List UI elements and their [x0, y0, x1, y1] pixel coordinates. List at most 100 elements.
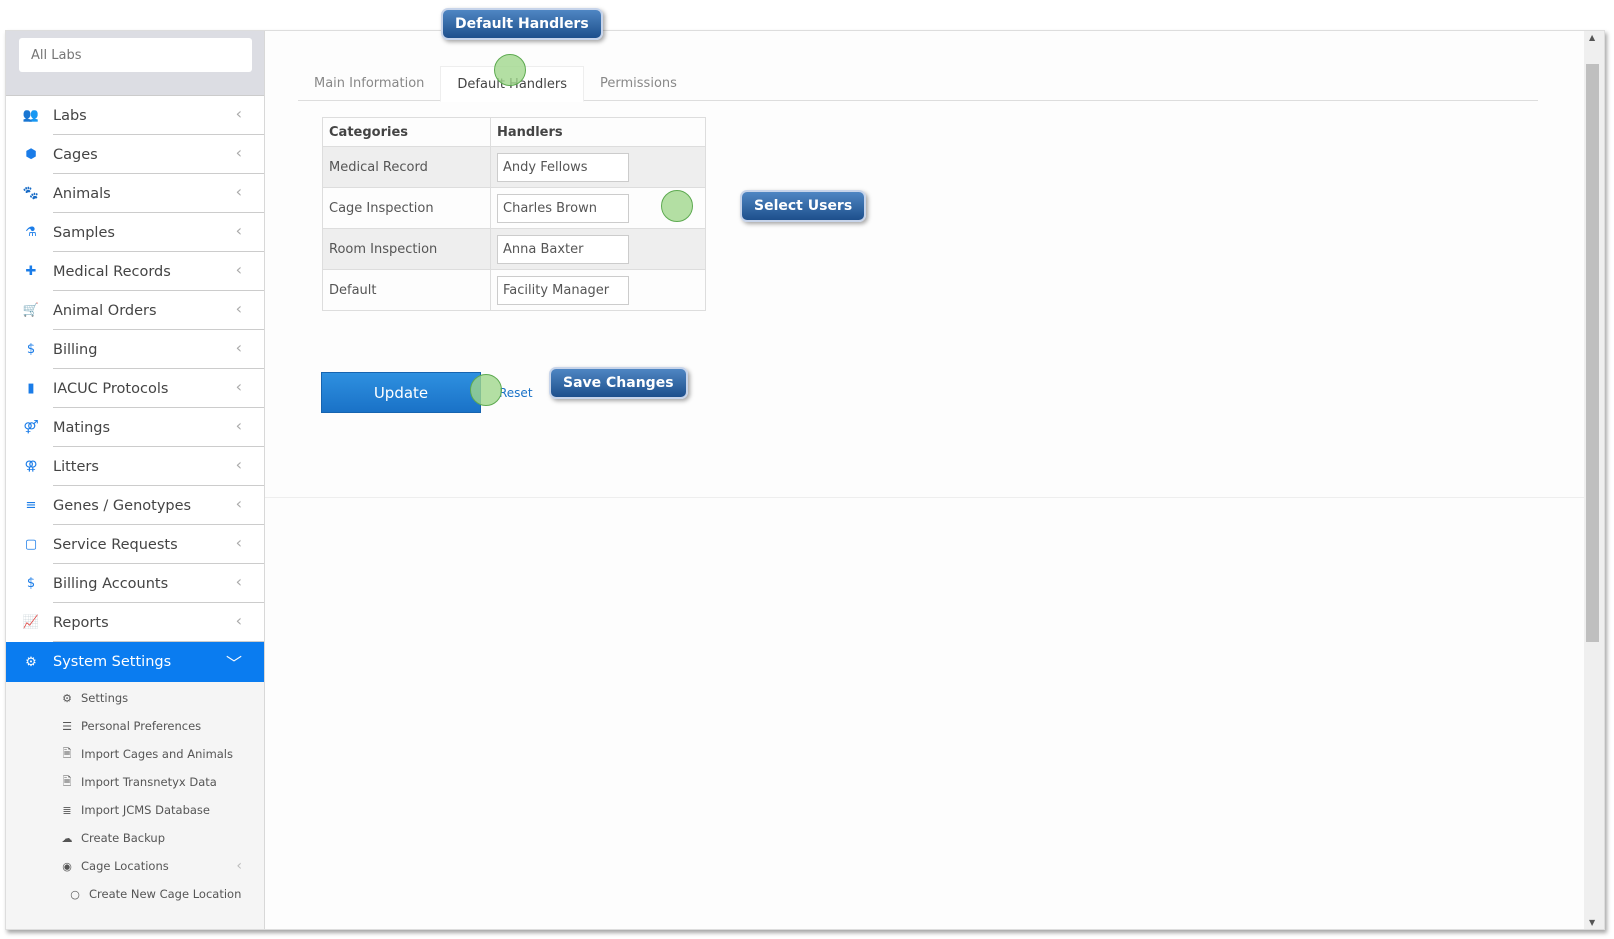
- submenu-item-label: Create Backup: [81, 831, 166, 845]
- table-row: Cage Inspection: [322, 187, 706, 229]
- sidebar-item-label: Billing: [53, 341, 98, 358]
- medkit-icon: ✚: [25, 264, 37, 279]
- chevron-left-icon: ‹: [235, 572, 242, 591]
- scroll-up-icon[interactable]: ▲: [1589, 33, 1595, 42]
- mating-icon: ⚤: [23, 420, 39, 435]
- scrollbar-thumb[interactable]: [1586, 64, 1599, 642]
- chevron-left-icon: ‹: [235, 338, 242, 357]
- handler-cell: [490, 146, 706, 188]
- vertical-scrollbar[interactable]: ▲ ▼: [1584, 31, 1604, 929]
- database-icon: ≣: [62, 803, 72, 817]
- submenu-item-settings[interactable]: ⚙ Settings: [6, 684, 264, 712]
- submenu-item-label: Import JCMS Database: [81, 803, 210, 817]
- cloud-download-icon: ☁: [61, 831, 73, 845]
- sidebar-item-matings[interactable]: ⚤ Matings ‹: [6, 408, 264, 447]
- sidebar-item-label: System Settings: [53, 654, 172, 670]
- table-row: Default: [322, 269, 706, 311]
- divider: [265, 497, 1584, 498]
- handler-input[interactable]: [497, 234, 629, 264]
- submenu-item-import-cages-and-animals[interactable]: 🗎 Import Cages and Animals: [6, 740, 264, 768]
- handlers-table: Categories Handlers Medical Record Cage …: [322, 117, 706, 311]
- sidebar-item-labs[interactable]: 👥 Labs ‹: [6, 96, 264, 135]
- submenu-item-label: Import Cages and Animals: [81, 747, 233, 761]
- scroll-down-icon[interactable]: ▼: [1589, 918, 1595, 927]
- submenu-item-cage-locations[interactable]: ◉ Cage Locations ‹: [6, 852, 264, 880]
- sidebar-item-label: Cages: [53, 146, 98, 163]
- category-cell: Cage Inspection: [322, 187, 491, 229]
- paw-icon: 🐾: [22, 186, 40, 201]
- chart-icon: 📈: [22, 615, 40, 630]
- submenu-item-label: Import Transnetyx Data: [81, 775, 217, 789]
- main-content: Main Information Default Handlers Permis…: [265, 31, 1584, 929]
- tab-bar: Main Information Default Handlers Permis…: [298, 66, 1538, 102]
- tab-permissions[interactable]: Permissions: [584, 66, 693, 101]
- sidebar-item-label: Medical Records: [53, 263, 171, 280]
- sidebar-item-label: IACUC Protocols: [53, 380, 169, 397]
- submenu-item-label: Settings: [81, 691, 129, 705]
- submenu-item-label: Create New Cage Location: [89, 887, 242, 901]
- handler-input[interactable]: [497, 275, 629, 305]
- sidebar-item-label: Animal Orders: [53, 302, 157, 319]
- sidebar-item-cages[interactable]: ⬢ Cages ‹: [6, 135, 264, 174]
- chevron-left-icon: ‹: [236, 858, 242, 874]
- sidebar-item-label: Billing Accounts: [53, 575, 169, 592]
- sidebar-item-medical-records[interactable]: ✚ Medical Records ‹: [6, 252, 264, 291]
- callout-marker: [494, 54, 526, 86]
- sidebar-item-system-settings[interactable]: ⚙ System Settings ﹀: [6, 642, 264, 682]
- tab-main-information[interactable]: Main Information: [298, 66, 440, 101]
- dollar-icon: $: [26, 342, 36, 357]
- file-icon: 🗎: [62, 774, 72, 788]
- submenu-item-create-backup[interactable]: ☁ Create Backup: [6, 824, 264, 852]
- sidebar-item-samples[interactable]: ⚗ Samples ‹: [6, 213, 264, 252]
- update-button[interactable]: Update: [321, 372, 481, 413]
- sidebar-item-label: Litters: [53, 458, 99, 475]
- sidebar-item-reports[interactable]: 📈 Reports ‹: [6, 603, 264, 642]
- circle-icon: ○: [70, 887, 80, 901]
- flask-icon: ⚗: [25, 225, 37, 240]
- sidebar-item-animal-orders[interactable]: 🛒 Animal Orders ‹: [6, 291, 264, 330]
- note-icon: ▢: [24, 537, 38, 552]
- sidebar-item-animals[interactable]: 🐾 Animals ‹: [6, 174, 264, 213]
- category-cell: Default: [322, 269, 491, 311]
- lab-filter-input[interactable]: [19, 38, 252, 72]
- sidebar-item-label: Reports: [53, 614, 109, 631]
- table-row: Room Inspection: [322, 228, 706, 270]
- system-settings-submenu: ⚙ Settings ☰ Personal Preferences 🗎 Import Ca…: [6, 682, 264, 929]
- callout-marker: [470, 374, 502, 406]
- submenu-item-import-jcms-database[interactable]: ≣ Import JCMS Database: [6, 796, 264, 824]
- sidebar-item-genes-genotypes[interactable]: ≡ Genes / Genotypes ‹: [6, 486, 264, 525]
- sidebar-menu: 👥 Labs ‹ ⬢ Cages ‹ 🐾 Animals ‹ ⚗ Samples ‹ ✚ Medical …: [6, 95, 264, 682]
- sidebar-item-billing[interactable]: $ Billing ‹: [6, 330, 264, 369]
- chevron-left-icon: ‹: [235, 533, 242, 552]
- sidebar-item-iacuc-protocols[interactable]: ▮ IACUC Protocols ‹: [6, 369, 264, 408]
- sidebar-item-label: Genes / Genotypes: [53, 497, 192, 514]
- litter-icon: ⚢: [24, 459, 38, 474]
- sidebar: 👥 Labs ‹ ⬢ Cages ‹ 🐾 Animals ‹ ⚗ Samples ‹ ✚ Medical …: [6, 31, 265, 929]
- submenu-item-label: Personal Preferences: [81, 719, 202, 733]
- sidebar-item-billing-accounts[interactable]: $ Billing Accounts ‹: [6, 564, 264, 603]
- chevron-left-icon: ‹: [235, 299, 242, 318]
- sidebar-item-litters[interactable]: ⚢ Litters ‹: [6, 447, 264, 486]
- submenu-item-personal-preferences[interactable]: ☰ Personal Preferences: [6, 712, 264, 740]
- handler-input[interactable]: [497, 193, 629, 223]
- handler-cell: [490, 269, 706, 311]
- submenu-item-create-new-cage-location[interactable]: ○ Create New Cage Location: [6, 880, 264, 908]
- reset-link[interactable]: Reset: [499, 386, 533, 400]
- chevron-left-icon: ‹: [235, 416, 242, 435]
- sidebar-item-label: Service Requests: [53, 536, 178, 553]
- callout-marker: [661, 190, 693, 222]
- users-icon: 👥: [22, 108, 40, 123]
- chevron-left-icon: ‹: [235, 143, 242, 162]
- chevron-left-icon: ‹: [235, 494, 242, 513]
- chevron-down-icon: ﹀: [225, 654, 242, 673]
- submenu-item-import-transnetyx-data[interactable]: 🗎 Import Transnetyx Data: [6, 768, 264, 796]
- chevron-left-icon: ‹: [235, 455, 242, 474]
- handler-input[interactable]: [497, 152, 629, 182]
- dollar-icon: $: [26, 576, 36, 591]
- column-header-categories: Categories: [322, 117, 491, 147]
- sidebar-item-label: Matings: [53, 419, 111, 436]
- chevron-left-icon: ‹: [235, 377, 242, 396]
- sidebar-item-label: Samples: [53, 224, 115, 241]
- chevron-left-icon: ‹: [235, 260, 242, 279]
- sidebar-item-service-requests[interactable]: ▢ Service Requests ‹: [6, 525, 264, 564]
